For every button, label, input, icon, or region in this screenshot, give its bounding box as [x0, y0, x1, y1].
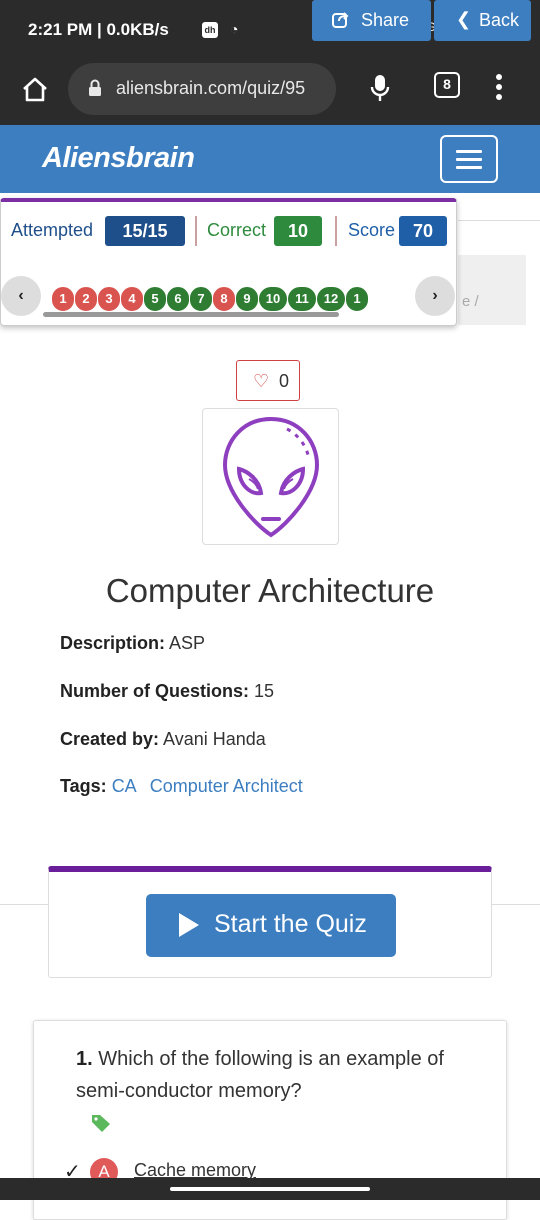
correct-label: Correct [207, 220, 267, 240]
like-count: 0 [279, 371, 290, 391]
breadcrumb-area: e / [458, 220, 540, 340]
score-label: Score [348, 220, 396, 240]
quiz-logo [202, 408, 339, 545]
progress-tracker: Attempted 15/15 Correct 10 Score 70 1234… [0, 198, 457, 326]
divider [335, 216, 337, 246]
chevron-left-icon: ❮ [456, 9, 472, 29]
question-bubble[interactable]: 9 [235, 286, 259, 312]
share-label: Share [361, 10, 410, 30]
address-bar[interactable]: aliensbrain.com/quiz/95 [68, 63, 336, 115]
quiz-title: Computer Architecture [105, 572, 435, 609]
lock-icon [89, 79, 101, 96]
home-icon[interactable] [20, 74, 50, 104]
question-bubble[interactable]: 5 [143, 286, 167, 312]
correct-badge: 10 [274, 216, 322, 246]
menu-toggle-button[interactable] [440, 135, 498, 183]
heart-icon: ♡ [253, 371, 270, 391]
browser-toolbar: aliensbrain.com/quiz/95 8 [0, 60, 540, 125]
question-bubble[interactable]: 7 [189, 286, 213, 312]
sync-icon: ◔ [230, 21, 239, 37]
scrollbar[interactable] [43, 312, 339, 317]
alien-icon [222, 416, 320, 538]
question-bubble[interactable]: 1 [51, 286, 75, 312]
status-time: 2:21 PM | 0.0KB/s [28, 20, 169, 39]
question-bubble[interactable]: 2 [74, 286, 98, 312]
more-menu-icon[interactable] [494, 72, 504, 102]
breadcrumb: e / [458, 255, 526, 325]
share-button[interactable]: Share [312, 0, 431, 41]
hamburger-icon [456, 150, 482, 153]
quiz-question-count: Number of Questions: 15 [60, 681, 274, 702]
tag-icon[interactable] [90, 1113, 114, 1133]
divider [195, 216, 197, 246]
question-number: 1. [76, 1048, 93, 1070]
quiz-author: Created by: Avani Handa [60, 729, 266, 750]
created-label: Created by: [60, 729, 160, 749]
tags-label: Tags: [60, 776, 107, 796]
share-icon [332, 12, 349, 28]
questions-value: 15 [254, 681, 275, 701]
question-bubble[interactable]: 12 [316, 286, 346, 312]
question-bubble[interactable]: 4 [120, 286, 144, 312]
start-label: Start the Quiz [214, 910, 367, 938]
scroll-right-button[interactable]: › [415, 276, 455, 316]
gesture-bar [0, 1178, 540, 1200]
question-bubble[interactable]: 8 [212, 286, 236, 312]
attempted-badge: 15/15 [105, 216, 185, 246]
question-bubble[interactable]: 1 [345, 286, 369, 312]
tag-link[interactable]: Computer Architect [150, 776, 303, 796]
question-bubble[interactable]: 10 [258, 286, 288, 312]
question-text: 1. Which of the following is an example … [76, 1048, 444, 1102]
tag-link[interactable]: CA [112, 776, 137, 796]
start-quiz-button[interactable]: Start the Quiz [146, 894, 396, 957]
question-bubble[interactable]: 3 [97, 286, 121, 312]
scroll-left-button[interactable]: ‹ [1, 276, 41, 316]
question-bubble[interactable]: 11 [287, 286, 317, 312]
start-card: Start the Quiz [48, 866, 492, 978]
attempted-label: Attempted [11, 220, 94, 240]
created-value: Avani Handa [163, 729, 266, 749]
description-value: ASP [169, 633, 206, 653]
home-indicator[interactable] [170, 1187, 370, 1191]
microphone-icon[interactable] [370, 73, 390, 103]
site-brand[interactable]: Aliensbrain [42, 142, 195, 175]
back-button[interactable]: ❮ Back [434, 0, 531, 41]
like-button[interactable]: ♡ 0 [236, 360, 300, 401]
play-icon [179, 913, 199, 937]
back-label: Back [479, 10, 520, 30]
quiz-tags: Tags: CA Computer Architect [60, 776, 303, 797]
site-navbar: Aliensbrain [0, 125, 540, 193]
quiz-description: Description: ASP [60, 633, 205, 654]
score-badge: 70 [399, 216, 447, 246]
tab-count-button[interactable]: 8 [434, 72, 460, 98]
question-bubble[interactable]: 6 [166, 286, 190, 312]
notification-icon: dh [202, 22, 218, 38]
url-text: aliensbrain.com/quiz/95 [116, 78, 306, 98]
questions-label: Number of Questions: [60, 681, 250, 701]
description-label: Description: [60, 633, 166, 653]
